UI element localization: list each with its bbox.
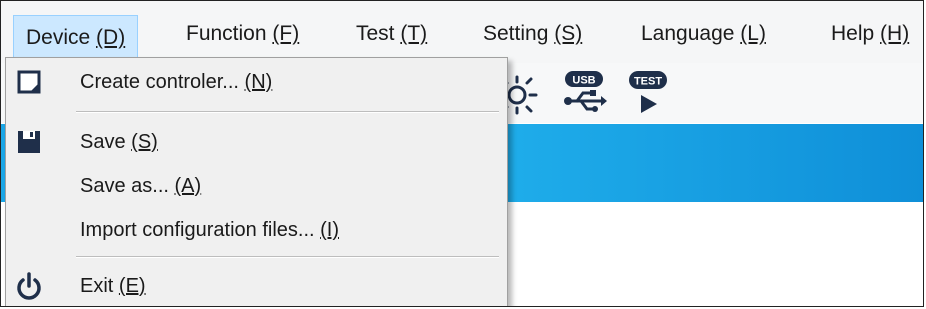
create-controller-label: Create controler... <box>80 71 245 93</box>
menu-help[interactable]: Help (H) <box>831 19 909 49</box>
menu-function[interactable]: Function (F) <box>186 19 299 49</box>
import-configuration-label: Import configuration files... <box>80 219 321 241</box>
exit-label: Exit <box>80 275 119 297</box>
save-key: (S) <box>131 131 158 153</box>
menu-language-key: (L) <box>740 22 766 45</box>
menu-item-save[interactable]: Save (S) <box>6 122 507 162</box>
menu-help-label: Help <box>831 22 881 45</box>
create-controller-key: (N) <box>244 71 273 93</box>
power-icon <box>17 272 41 300</box>
menu-separator <box>76 111 499 113</box>
menu-language-label: Language <box>641 22 741 45</box>
menu-function-label: Function <box>186 22 273 45</box>
menu-language[interactable]: Language (L) <box>641 19 766 49</box>
menu-bar: Device (D) Function (F) Test (T) Setting… <box>1 1 923 64</box>
floppy-disk-icon <box>18 131 40 153</box>
save-as-key: (A) <box>174 175 202 197</box>
device-dropdown-menu: Create controler... (N) Save (S) Save as… <box>5 57 508 306</box>
menu-separator <box>76 256 499 258</box>
menu-device-label: Device <box>26 26 97 49</box>
menu-test-label: Test <box>356 22 401 45</box>
menu-function-key: (F) <box>272 22 300 45</box>
menu-setting[interactable]: Setting (S) <box>483 19 582 49</box>
menu-device-key: (D) <box>96 26 126 49</box>
menu-item-import-configuration[interactable]: Import configuration files... (I) <box>6 210 507 250</box>
app-window: Device (D) Function (F) Test (T) Setting… <box>0 0 924 307</box>
save-as-label: Save as... <box>80 175 175 197</box>
menu-item-exit[interactable]: Exit (E) <box>6 266 507 306</box>
usb-icon-text: USB <box>572 75 595 87</box>
menu-test[interactable]: Test (T) <box>356 19 427 49</box>
save-label: Save <box>80 131 132 153</box>
menu-setting-key: (S) <box>554 22 583 45</box>
test-play-icon[interactable]: TEST <box>625 69 671 117</box>
menu-setting-label: Setting <box>483 22 555 45</box>
menu-item-save-as[interactable]: Save as... (A) <box>6 166 507 206</box>
menu-item-create-controller[interactable]: Create controler... (N) <box>6 62 507 102</box>
import-configuration-key: (I) <box>320 219 339 241</box>
usb-icon[interactable]: USB <box>559 69 609 115</box>
test-icon-text: TEST <box>634 76 662 88</box>
menu-help-key: (H) <box>880 22 910 45</box>
menu-test-key: (T) <box>400 22 428 45</box>
new-file-icon <box>17 70 41 94</box>
menu-device[interactable]: Device (D) <box>13 15 139 59</box>
exit-key: (E) <box>118 275 146 297</box>
